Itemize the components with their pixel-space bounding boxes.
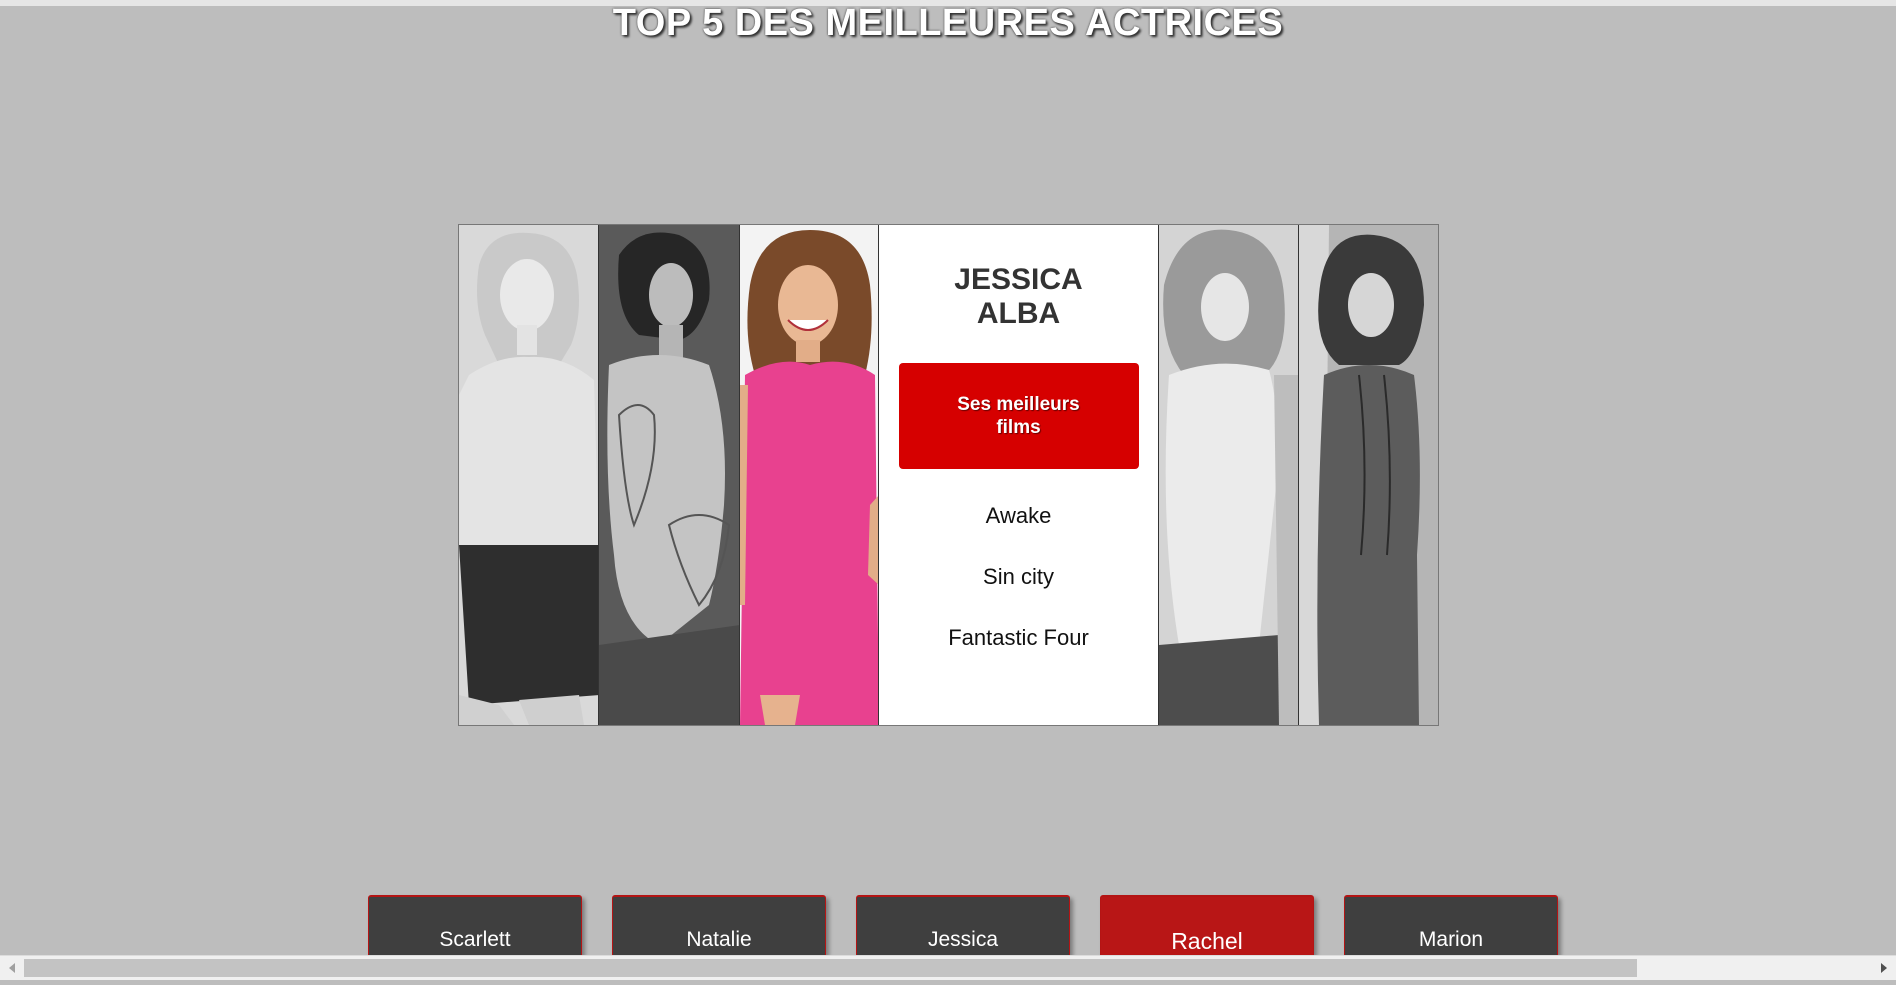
- actress-photo-natalie-image: [599, 225, 739, 725]
- scrollbar-thumb[interactable]: [24, 959, 1637, 977]
- actress-photo-scarlett-image: [459, 225, 598, 725]
- film-item: Sin city: [983, 564, 1054, 589]
- best-films-button[interactable]: Ses meilleurs films: [898, 363, 1139, 469]
- horizontal-scrollbar[interactable]: [0, 955, 1896, 980]
- actress-photo-rachel-image: [1159, 225, 1298, 725]
- actress-photo-rachel[interactable]: [1159, 225, 1299, 725]
- actress-photo-scarlett[interactable]: [459, 225, 599, 725]
- nav-button-natalie[interactable]: Natalie: [612, 895, 826, 955]
- nav-button-jessica[interactable]: Jessica: [856, 895, 1070, 955]
- actress-photo-jessica-image: [740, 225, 878, 725]
- actress-gallery: JESSICA ALBA Ses meilleurs films Awake S…: [458, 224, 1439, 726]
- nav-button-marion[interactable]: Marion: [1344, 895, 1558, 955]
- actress-info-panel: JESSICA ALBA Ses meilleurs films Awake S…: [879, 225, 1159, 725]
- triangle-left-icon[interactable]: [9, 963, 15, 973]
- page-title: TOP 5 DES MEILLEURES ACTRICES: [612, 2, 1284, 44]
- nav-button-rachel[interactable]: Rachel: [1100, 895, 1314, 955]
- film-item: Awake: [985, 503, 1052, 528]
- actress-photo-natalie[interactable]: [599, 225, 740, 725]
- triangle-right-icon[interactable]: [1881, 963, 1887, 973]
- actress-photo-jessica[interactable]: [740, 225, 879, 725]
- actress-photo-marion-image: [1299, 225, 1438, 725]
- actress-photo-marion[interactable]: [1299, 225, 1438, 725]
- film-item: Fantastic Four: [948, 625, 1089, 650]
- nav-button-scarlett[interactable]: Scarlett: [368, 895, 582, 955]
- actress-name: JESSICA ALBA: [954, 263, 1083, 330]
